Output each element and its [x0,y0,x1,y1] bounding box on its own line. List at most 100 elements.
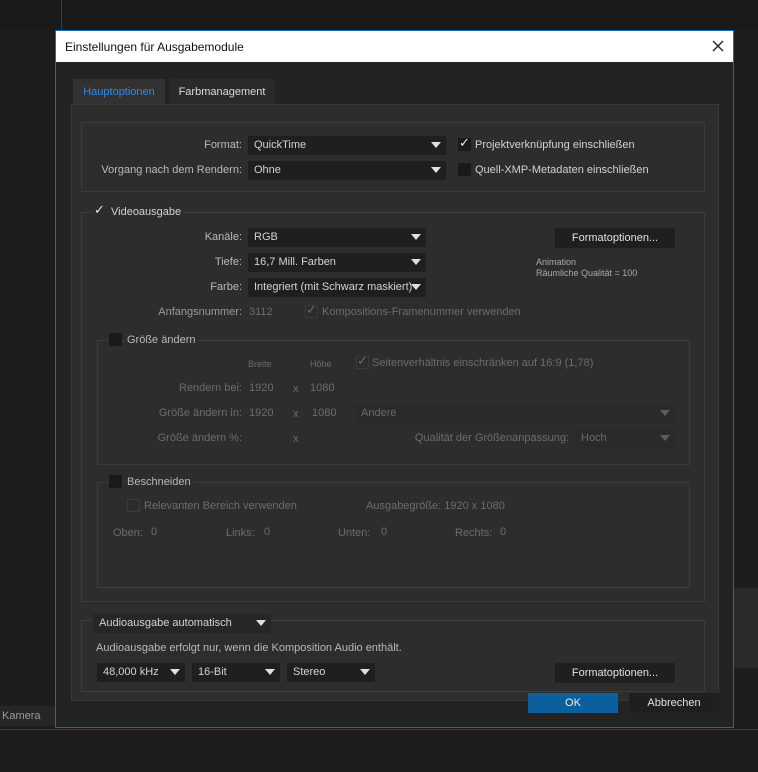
use-comp-frame-label: Kompositions-Framenummer verwenden [322,306,521,318]
checkmark-icon: ✓ [94,202,105,217]
include-project-link-checkbox[interactable]: ✓ [458,135,471,151]
include-xmp-checkbox[interactable] [458,163,471,176]
render-width: 1920 [249,382,274,394]
chevron-down-icon [265,669,275,675]
use-comp-frame-checkbox[interactable]: ✓ [305,302,318,318]
chevron-down-icon [431,167,441,173]
audio-channels-value: Stereo [293,666,326,678]
chevron-down-icon [431,142,441,148]
depth-label: Tiefe: [214,256,242,268]
resize-quality-label: Qualität der Größenanpassung: [414,432,569,444]
resize-quality-value: Hoch [581,432,607,444]
resize-pct-label: Größe ändern %: [157,432,242,444]
audio-channels-dropdown[interactable]: Stereo [287,663,375,682]
tab-color-management[interactable]: Farbmanagement [169,79,275,106]
render-at-label: Rendern bei: [179,382,242,394]
audio-sample-rate-dropdown[interactable]: 48,000 kHz [97,663,185,682]
chevron-down-icon [256,620,266,626]
resize-pct-x: x [293,433,299,445]
use-roi-checkbox[interactable] [127,499,140,512]
start-number-value[interactable]: 3112 [249,306,273,318]
dialog-title: Einstellungen für Ausgabemodule [65,40,244,54]
cancel-button[interactable]: Abbrechen [629,693,719,713]
use-roi-label: Relevanten Bereich verwenden [144,500,297,512]
close-button[interactable] [707,35,729,57]
video-format-options-button[interactable]: Formatoptionen... [555,228,675,248]
resize-x: x [293,408,299,420]
width-header: Breite [248,359,272,369]
chevron-down-icon [170,669,180,675]
include-xmp-label: Quell-XMP-Metadaten einschließen [475,164,649,176]
resize-preset-dropdown[interactable]: Andere [355,404,675,423]
dialog-titlebar: Einstellungen für Ausgabemodule [56,31,733,62]
depth-value: 16,7 Mill. Farben [254,256,336,268]
output-module-settings-dialog: Einstellungen für Ausgabemodule Hauptopt… [55,30,734,728]
checkmark-icon: ✓ [357,353,368,368]
color-label: Farbe: [210,281,242,293]
format-dropdown[interactable]: QuickTime [248,136,446,155]
height-header: Höhe [310,359,332,369]
tab-main-options[interactable]: Hauptoptionen [73,79,165,106]
color-value: Integriert (mit Schwarz maskiert) [254,281,413,293]
resize-to-label: Größe ändern in: [158,407,242,419]
chevron-down-icon [660,435,670,441]
crop-bottom-label: Unten: [338,527,371,539]
crop-left-label: Links: [226,527,255,539]
crop-checkbox[interactable] [109,475,122,488]
crop-right-label: Rechts: [455,527,493,539]
audio-note: Audioausgabe erfolgt nur, wenn die Kompo… [96,642,402,654]
chevron-down-icon [411,259,421,265]
checkmark-icon: ✓ [459,135,470,150]
format-label: Format: [204,139,242,151]
crop-top-value[interactable]: 0 [151,526,157,538]
audio-mode-dropdown[interactable]: Audioausgabe automatisch [93,614,271,633]
format-value: QuickTime [254,139,307,151]
background-divider-bottom [0,729,758,730]
resize-quality-dropdown[interactable]: Hoch [575,429,675,448]
crop-bottom-value[interactable]: 0 [381,526,387,538]
crop-label: Beschneiden [124,476,194,488]
crop-left-value[interactable]: 0 [264,526,270,538]
start-number-label: Anfangsnummer: [158,306,242,318]
resize-width[interactable]: 1920 [249,407,273,419]
lock-aspect-checkbox[interactable]: ✓ [356,353,369,369]
checkmark-icon: ✓ [306,302,317,317]
audio-bit-depth-value: 16-Bit [198,666,227,678]
crop-top-label: Oben: [113,527,143,539]
background-panel-right [734,588,758,668]
resize-checkbox[interactable] [109,333,122,346]
depth-dropdown[interactable]: 16,7 Mill. Farben [248,253,426,272]
resize-preset-value: Andere [361,407,397,419]
crop-section [97,482,690,588]
background-camera-label: Kamera [2,710,41,722]
chevron-down-icon [360,669,370,675]
close-icon [712,40,724,52]
chevron-down-icon [660,410,670,416]
chevron-down-icon [411,284,421,290]
include-project-link-label: Projektverknüpfung einschließen [475,139,635,151]
render-height: 1080 [310,382,335,394]
channels-value: RGB [254,231,278,243]
audio-format-options-button[interactable]: Formatoptionen... [555,663,675,683]
resize-label: Größe ändern [124,334,199,346]
render-x: x [293,383,299,395]
format-section [81,122,705,192]
resize-height[interactable]: 1080 [312,407,336,419]
audio-bit-depth-dropdown[interactable]: 16-Bit [192,663,280,682]
lock-aspect-label: Seitenverhältnis einschränken auf 16:9 (… [372,357,594,369]
color-dropdown[interactable]: Integriert (mit Schwarz maskiert) [248,278,426,297]
channels-label: Kanäle: [204,231,242,243]
chevron-down-icon [411,234,421,240]
audio-sample-rate-value: 48,000 kHz [103,666,159,678]
crop-right-value[interactable]: 0 [500,526,506,538]
codec-info-line2: Räumliche Qualität = 100 [536,268,638,278]
post-render-dropdown[interactable]: Ohne [248,161,446,180]
post-render-label: Vorgang nach dem Rendern: [101,164,242,176]
codec-info-line1: Animation [536,257,577,267]
ok-button[interactable]: OK [528,693,618,713]
video-output-label: Videoausgabe [108,206,185,218]
channels-dropdown[interactable]: RGB [248,228,426,247]
video-output-checkbox[interactable]: ✓ [93,202,106,218]
background-divider [61,0,62,30]
main-options-panel: Format: QuickTime Vorgang nach dem Rende… [71,104,719,701]
